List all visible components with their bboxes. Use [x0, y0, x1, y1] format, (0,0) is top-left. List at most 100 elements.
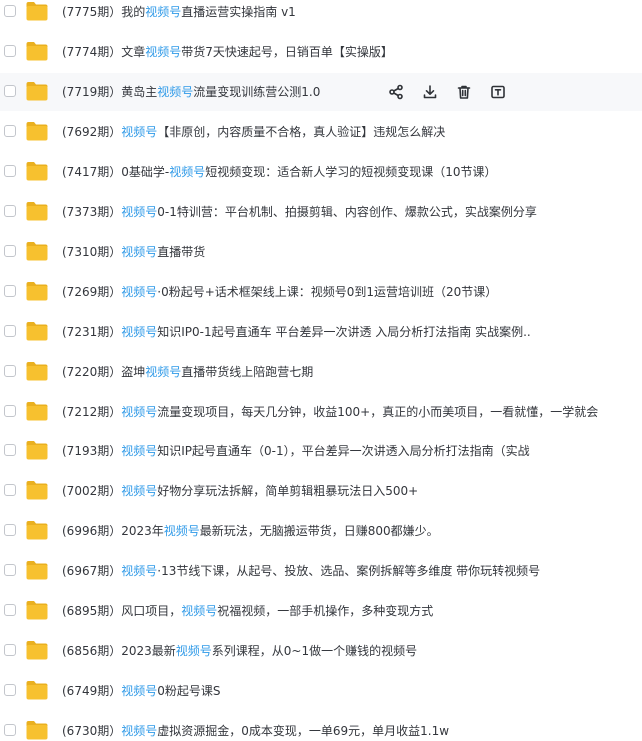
file-name[interactable]: (6749期）视频号0粉起号课S — [62, 672, 221, 710]
file-name[interactable]: (7193期）视频号知识IP起号直通车（0-1），平台差异一次讲透入局分析打法指… — [62, 432, 530, 470]
file-name-text: (7719期）黄岛主 — [62, 84, 158, 99]
file-name-text: 0-1特训营：平台机制、拍摄剪辑、内容创作、爆款公式，实战案例分享 — [157, 204, 537, 219]
row-checkbox[interactable] — [4, 404, 16, 417]
search-highlight: 视频号 — [121, 564, 158, 579]
download-button[interactable] — [420, 83, 440, 101]
list-item[interactable]: (7417期）0基础学-视频号短视频变现：适合新人学习的短视频变现课（10节课） — [0, 152, 642, 191]
row-checkbox[interactable] — [4, 244, 16, 257]
folder-icon — [25, 400, 49, 422]
file-name[interactable]: (7231期）视频号知识IP0-1起号直通车 平台差异一次讲透 入局分析打法指南… — [62, 313, 531, 351]
download-icon — [422, 84, 438, 100]
list-item[interactable]: (7775期）我的视频号直播运营实操指南 v1 — [0, 0, 642, 31]
list-item[interactable]: (7310期）视频号直播带货 — [0, 232, 642, 271]
list-item[interactable]: (6996期）2023年视频号最新玩法，无脑搬运带货，日赚800都嫌少。 — [0, 512, 642, 551]
delete-button[interactable] — [454, 83, 474, 101]
list-item[interactable]: (7193期）视频号知识IP起号直通车（0-1），平台差异一次讲透入局分析打法指… — [0, 432, 642, 471]
folder-icon — [25, 280, 49, 302]
folder-icon — [25, 679, 49, 701]
list-item[interactable]: (7220期）盗坤视频号直播带货线上陪跑营七期 — [0, 352, 642, 391]
file-name[interactable]: (7212期）视频号流量变现项目，每天几分钟，收益100+，真正的小而美项目，一… — [62, 393, 598, 431]
folder-icon — [25, 719, 49, 741]
list-item[interactable]: (7774期）文章视频号带货7天快速起号，日销百单【实操版】 — [0, 32, 642, 71]
file-name-text: (6895期）风口项目， — [62, 604, 182, 619]
file-name-text: 直播带货线上陪跑营七期 — [181, 364, 314, 379]
file-name-text: (7775期）我的 — [62, 5, 146, 19]
search-highlight: 视频号 — [121, 724, 158, 739]
file-name[interactable]: (7719期）黄岛主视频号流量变现训练营公测1.0 — [62, 73, 320, 111]
file-name[interactable]: (6967期）视频号·13节线下课，从起号、投放、选品、案例拆解等多维度 带你玩… — [62, 552, 540, 590]
folder-icon — [25, 599, 49, 621]
file-name-text: 祝福视频，一部手机操作，多种变现方式 — [217, 604, 434, 619]
file-name[interactable]: (7774期）文章视频号带货7天快速起号，日销百单【实操版】 — [62, 33, 393, 71]
row-checkbox[interactable] — [4, 324, 16, 337]
search-highlight: 视频号 — [121, 204, 158, 219]
file-name[interactable]: (6730期）视频号虚拟资源掘金，0成本变现，一单69元，单月收益1.1w — [62, 712, 449, 741]
list-item[interactable]: (7212期）视频号流量变现项目，每天几分钟，收益100+，真正的小而美项目，一… — [0, 392, 642, 431]
folder-icon — [25, 439, 49, 461]
search-highlight: 视频号 — [121, 684, 158, 699]
row-checkbox[interactable] — [4, 564, 16, 577]
file-name[interactable]: (6895期）风口项目，视频号祝福视频，一部手机操作，多种变现方式 — [62, 592, 433, 630]
search-highlight: 视频号 — [121, 244, 158, 259]
search-highlight: 视频号 — [121, 324, 158, 339]
file-name[interactable]: (6856期）2023最新视频号系列课程，从0~1做一个赚钱的视频号 — [62, 632, 417, 670]
row-checkbox[interactable] — [4, 604, 16, 617]
rename-button[interactable] — [488, 83, 508, 101]
list-item[interactable]: (7719期）黄岛主视频号流量变现训练营公测1.0 — [0, 72, 642, 111]
folder-icon — [25, 519, 49, 541]
file-name-text: (6749期） — [62, 684, 122, 699]
row-checkbox[interactable] — [4, 5, 16, 17]
file-name-text: (7417期）0基础学- — [62, 164, 170, 179]
search-highlight: 视频号 — [145, 364, 182, 379]
list-item[interactable]: (6730期）视频号虚拟资源掘金，0成本变现，一单69元，单月收益1.1w — [0, 712, 642, 741]
row-checkbox[interactable] — [4, 444, 16, 457]
file-name[interactable]: (6996期）2023年视频号最新玩法，无脑搬运带货，日赚800都嫌少。 — [62, 512, 439, 550]
list-item[interactable]: (7269期）视频号·0粉起号+话术框架线上课：视频号0到1运营培训班（20节课… — [0, 272, 642, 311]
file-name-text: 知识IP0-1起号直通车 平台差异一次讲透 入局分析打法指南 实战案例.. — [157, 324, 531, 339]
search-highlight: 视频号 — [121, 284, 158, 299]
file-name-text: (6856期）2023最新 — [62, 644, 176, 659]
row-checkbox[interactable] — [4, 684, 16, 697]
search-highlight: 视频号 — [121, 484, 158, 499]
row-checkbox[interactable] — [4, 44, 16, 57]
file-name[interactable]: (7220期）盗坤视频号直播带货线上陪跑营七期 — [62, 353, 313, 391]
file-name[interactable]: (7269期）视频号·0粉起号+话术框架线上课：视频号0到1运营培训班（20节课… — [62, 273, 497, 311]
row-checkbox[interactable] — [4, 164, 16, 177]
row-checkbox[interactable] — [4, 84, 16, 97]
file-name[interactable]: (7002期）视频号好物分享玩法拆解，简单剪辑粗暴玩法日入500+ — [62, 472, 418, 510]
row-checkbox[interactable] — [4, 124, 16, 137]
file-name[interactable]: (7692期）视频号【非原创，内容质量不合格，真人验证】违规怎么解决 — [62, 113, 445, 151]
list-item[interactable]: (6967期）视频号·13节线下课，从起号、投放、选品、案例拆解等多维度 带你玩… — [0, 552, 642, 591]
file-name[interactable]: (7417期）0基础学-视频号短视频变现：适合新人学习的短视频变现课（10节课） — [62, 153, 496, 191]
search-highlight: 视频号 — [145, 5, 182, 19]
file-name-text: 短视频变现：适合新人学习的短视频变现课（10节课） — [205, 164, 497, 179]
file-name-text: 0粉起号课S — [157, 684, 221, 699]
file-name-text: 带货7天快速起号，日销百单【实操版】 — [181, 44, 393, 59]
list-item[interactable]: (7231期）视频号知识IP0-1起号直通车 平台差异一次讲透 入局分析打法指南… — [0, 312, 642, 351]
list-item[interactable]: (7692期）视频号【非原创，内容质量不合格，真人验证】违规怎么解决 — [0, 112, 642, 151]
row-checkbox[interactable] — [4, 284, 16, 297]
file-name-text: (6967期） — [62, 564, 122, 579]
list-item[interactable]: (6856期）2023最新视频号系列课程，从0~1做一个赚钱的视频号 — [0, 632, 642, 671]
file-name[interactable]: (7310期）视频号直播带货 — [62, 233, 205, 271]
folder-icon — [25, 0, 49, 22]
file-name[interactable]: (7775期）我的视频号直播运营实操指南 v1 — [62, 0, 296, 31]
row-checkbox[interactable] — [4, 364, 16, 377]
share-button[interactable] — [386, 83, 406, 101]
row-checkbox[interactable] — [4, 644, 16, 657]
file-name[interactable]: (7373期）视频号0-1特训营：平台机制、拍摄剪辑、内容创作、爆款公式，实战案… — [62, 193, 537, 231]
list-item[interactable]: (7002期）视频号好物分享玩法拆解，简单剪辑粗暴玩法日入500+ — [0, 472, 642, 511]
row-checkbox[interactable] — [4, 724, 16, 737]
list-item[interactable]: (7373期）视频号0-1特训营：平台机制、拍摄剪辑、内容创作、爆款公式，实战案… — [0, 192, 642, 231]
folder-icon — [25, 120, 49, 142]
list-item[interactable]: (6895期）风口项目，视频号祝福视频，一部手机操作，多种变现方式 — [0, 592, 642, 631]
file-name-text: 好物分享玩法拆解，简单剪辑粗暴玩法日入500+ — [157, 484, 419, 499]
row-checkbox[interactable] — [4, 484, 16, 497]
row-checkbox[interactable] — [4, 204, 16, 217]
folder-icon — [25, 320, 49, 342]
file-name-text: 虚拟资源掘金，0成本变现，一单69元，单月收益1.1w — [157, 724, 450, 739]
folder-icon — [25, 360, 49, 382]
list-item[interactable]: (6749期）视频号0粉起号课S — [0, 672, 642, 711]
file-name-text: (7310期） — [62, 244, 122, 259]
row-checkbox[interactable] — [4, 524, 16, 537]
